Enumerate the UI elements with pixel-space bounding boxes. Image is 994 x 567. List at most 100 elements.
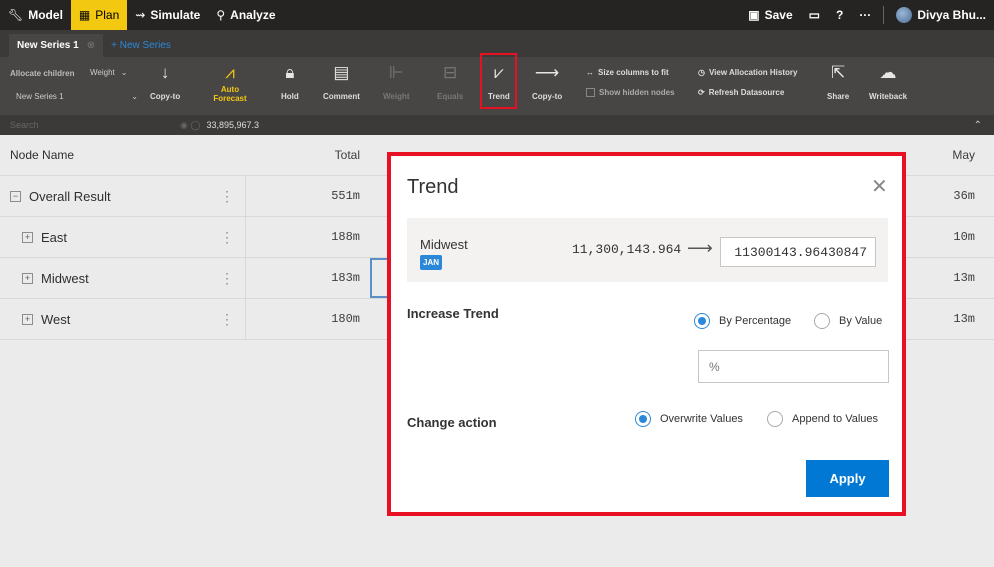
- close-icon[interactable]: ⊗: [87, 40, 95, 51]
- series-select[interactable]: New Series 1 ⌄: [16, 92, 138, 101]
- avatar: [896, 7, 913, 23]
- close-icon[interactable]: ✕: [871, 174, 888, 199]
- weight-select[interactable]: Weight ⌄: [90, 68, 127, 77]
- nav-analyze[interactable]: ⚲ Analyze: [208, 0, 283, 30]
- radio-unselected-icon: [767, 411, 783, 427]
- overwrite-values-label: Overwrite Values: [660, 413, 743, 425]
- nav-model-label: Model: [28, 8, 63, 22]
- new-value-input[interactable]: [720, 237, 876, 267]
- equals-icon: ⊟: [442, 63, 458, 82]
- equals-label: Equals: [437, 92, 464, 101]
- chevron-up-icon[interactable]: ⌃: [974, 120, 982, 131]
- writeback-button[interactable]: ☁ Writeback: [869, 61, 907, 101]
- trend-dialog: Trend ✕ Midwest JAN 11,300,143.964 ⟶ Inc…: [391, 156, 902, 512]
- tab-new-series-1[interactable]: New Series 1 ⊗: [9, 34, 104, 57]
- chevron-down-icon: ⌄: [131, 92, 138, 101]
- nav-plan[interactable]: ▦ Plan: [70, 0, 128, 30]
- nav-model[interactable]: 🔧︎ Model: [0, 0, 71, 30]
- checkbox-icon: [586, 88, 595, 97]
- by-percentage-radio[interactable]: By Percentage: [694, 313, 791, 329]
- share-label: Share: [827, 92, 850, 101]
- simulate-icon: ⇝: [135, 8, 146, 22]
- comment-icon: ▭: [808, 8, 820, 22]
- user-name: Divya Bhu...: [917, 8, 986, 22]
- share-button[interactable]: ⇱ Share: [827, 61, 849, 101]
- dialog-title: Trend: [407, 176, 459, 198]
- forecast-icon: ⩘: [225, 63, 235, 82]
- radio-unselected-icon: [814, 313, 830, 329]
- percentage-input[interactable]: [698, 350, 889, 383]
- share-icon: ⇱: [830, 63, 846, 82]
- search-input[interactable]: Search: [0, 120, 180, 130]
- by-value-label: By Value: [839, 315, 883, 327]
- by-percentage-label: By Percentage: [719, 315, 792, 327]
- comments-button[interactable]: ▭: [801, 0, 828, 30]
- top-nav: 🔧︎ Model ▦ Plan ⇝ Simulate ⚲ Analyze ▣ S…: [0, 0, 994, 30]
- append-values-label: Append to Values: [792, 413, 879, 425]
- nav-analyze-label: Analyze: [230, 8, 276, 22]
- grid-icon: ▦: [78, 8, 91, 22]
- radio-selected-icon: [694, 313, 710, 329]
- chevron-down-icon: ⌄: [120, 68, 128, 77]
- nav-plan-label: Plan: [95, 8, 120, 22]
- copy-to-right-label: Copy-to: [532, 92, 563, 101]
- resize-icon: ↔: [586, 68, 594, 77]
- hold-button[interactable]: 🔒︎ Hold: [281, 61, 299, 101]
- nav-simulate-label: Simulate: [150, 8, 201, 22]
- save-button[interactable]: ▣ Save: [740, 0, 800, 30]
- cloud-upload-icon: ☁: [879, 63, 897, 82]
- refresh-datasource-label: Refresh Datasource: [708, 88, 785, 97]
- save-label: Save: [764, 8, 793, 22]
- size-columns-label: Size columns to fit: [598, 68, 669, 77]
- apply-button[interactable]: Apply: [806, 460, 889, 497]
- add-series-tab[interactable]: + New Series: [103, 34, 179, 57]
- history-icon: ◷: [698, 68, 705, 77]
- overwrite-values-radio[interactable]: Overwrite Values: [635, 411, 743, 427]
- show-hidden-toggle[interactable]: Show hidden nodes: [586, 88, 675, 97]
- save-icon: ▣: [748, 8, 760, 22]
- increase-trend-label: Increase Trend: [407, 306, 499, 321]
- wrench-icon: 🔧︎: [8, 8, 24, 22]
- allocate-children-label: Allocate children: [10, 69, 75, 78]
- help-button[interactable]: ?: [828, 0, 851, 30]
- member-panel: Midwest JAN 11,300,143.964 ⟶: [407, 218, 888, 282]
- member-name: Midwest: [420, 237, 468, 252]
- show-hidden-label: Show hidden nodes: [599, 88, 675, 97]
- arrow-right-icon: ⟶: [687, 238, 713, 258]
- refresh-icon: ⟳: [698, 88, 705, 97]
- period-badge: JAN: [420, 255, 443, 270]
- trend-highlight-box: [480, 53, 517, 109]
- weight-select-value: Weight: [90, 68, 115, 77]
- arrow-right-icon: ⟶: [534, 63, 560, 82]
- copy-to-right-button[interactable]: ⟶ Copy-to: [532, 61, 562, 101]
- more-button[interactable]: ···: [851, 0, 879, 30]
- weight-label: Weight: [383, 92, 410, 101]
- size-columns-button[interactable]: ↔ Size columns to fit: [586, 68, 669, 77]
- refresh-datasource-button[interactable]: ⟳ Refresh Datasource: [698, 88, 784, 97]
- comment-button[interactable]: ▤ Comment: [323, 61, 360, 101]
- series-select-value: New Series 1: [16, 92, 64, 101]
- comment-label: Comment: [323, 92, 360, 101]
- append-values-radio[interactable]: Append to Values: [767, 411, 878, 427]
- help-icon: ?: [835, 8, 844, 22]
- lock-icon: 🔒︎: [285, 63, 295, 82]
- by-value-radio[interactable]: By Value: [814, 313, 882, 329]
- user-menu[interactable]: Divya Bhu...: [888, 0, 994, 30]
- search-toggle-icon[interactable]: ◉ ◯: [180, 120, 200, 131]
- arrow-down-icon: ↓: [160, 63, 170, 82]
- analyze-icon: ⚲: [216, 8, 226, 22]
- search-total-value: 33,895,967.3: [206, 120, 259, 130]
- weight-button[interactable]: ⊩ Weight: [383, 61, 410, 101]
- ellipsis-icon: ···: [859, 8, 872, 22]
- hold-label: Hold: [281, 92, 299, 101]
- view-allocation-label: View Allocation History: [708, 68, 798, 77]
- current-value: 11,300,143.964: [572, 242, 682, 257]
- copy-to-button[interactable]: ↓ Copy-to: [150, 61, 180, 101]
- change-action-label: Change action: [407, 415, 497, 430]
- view-allocation-history-button[interactable]: ◷ View Allocation History: [698, 68, 797, 77]
- comment-icon: ▤: [333, 63, 350, 82]
- auto-forecast-button[interactable]: ⩘ Auto Forecast: [212, 61, 248, 103]
- nav-simulate[interactable]: ⇝ Simulate: [127, 0, 208, 30]
- copy-to-label: Copy-to: [150, 92, 181, 101]
- equals-button[interactable]: ⊟ Equals: [437, 61, 463, 101]
